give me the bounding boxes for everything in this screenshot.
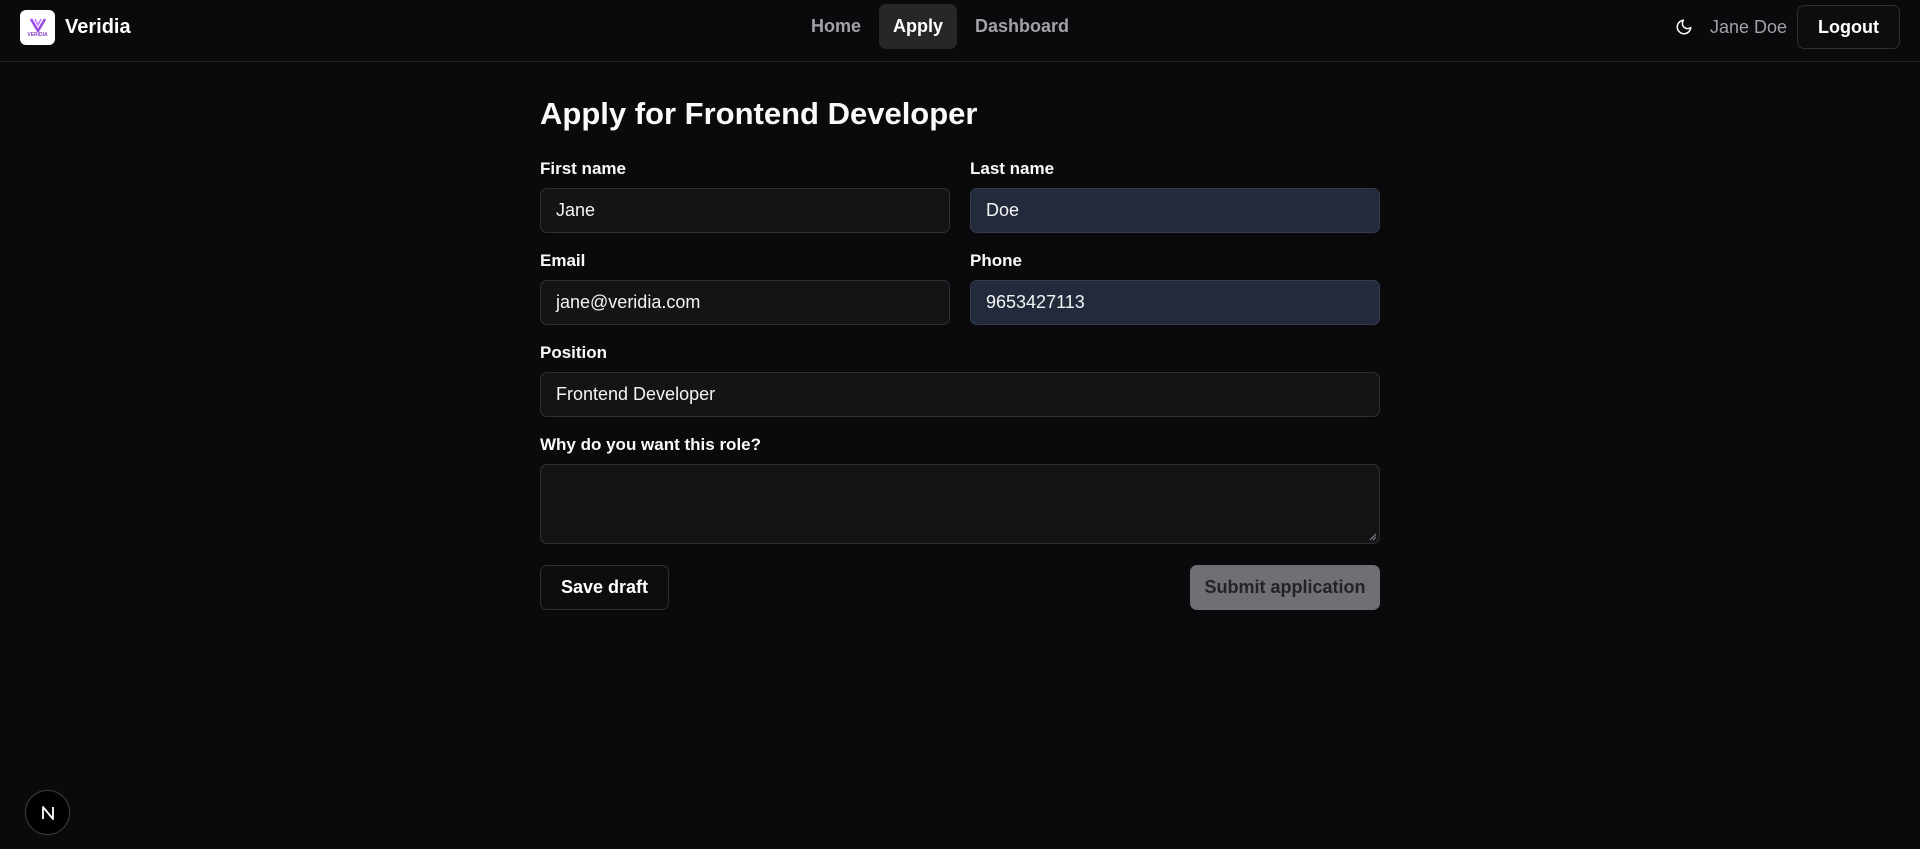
header-actions: Jane Doe Logout (1666, 5, 1900, 49)
nav-dashboard[interactable]: Dashboard (961, 4, 1083, 49)
email-label: Email (540, 251, 586, 270)
position-label: Position (540, 343, 608, 362)
nav-home[interactable]: Home (797, 4, 875, 49)
top-navbar: VERIDIA Veridia Home Apply Dashboard Jan… (0, 0, 1920, 62)
nextjs-dev-indicator[interactable] (25, 790, 70, 835)
motivation-textarea[interactable] (540, 464, 1380, 544)
main-nav: Home Apply Dashboard (0, 4, 1920, 49)
email-field: Email jane@veridia.com (540, 250, 950, 325)
application-form: Apply for Frontend Developer First name … (540, 90, 1380, 610)
name-row: First name Jane Last name Doe (540, 158, 1380, 233)
email-input[interactable]: jane@veridia.com (540, 280, 950, 325)
nav-apply[interactable]: Apply (878, 4, 957, 49)
logo-wordmark: VERIDIA (27, 31, 48, 38)
last-name-label: Last name (970, 159, 1055, 178)
v-mark-icon (29, 17, 46, 32)
brand[interactable]: VERIDIA Veridia (20, 10, 131, 45)
nextjs-logo-icon (41, 805, 54, 820)
phone-input[interactable]: 9653427113 (970, 280, 1380, 325)
submit-application-button[interactable]: Submit application (1190, 565, 1380, 610)
phone-label: Phone (970, 251, 1022, 270)
motivation-field: Why do you want this role? (540, 434, 1380, 544)
save-draft-button[interactable]: Save draft (540, 565, 670, 610)
theme-toggle-button[interactable] (1666, 9, 1702, 45)
brand-name: Veridia (65, 16, 131, 38)
position-field: Position Frontend Developer (540, 342, 1380, 417)
position-input[interactable]: Frontend Developer (540, 372, 1380, 417)
last-name-input[interactable]: Doe (970, 188, 1380, 233)
veridia-logo-icon: VERIDIA (20, 10, 55, 45)
first-name-field: First name Jane (540, 158, 950, 233)
moon-icon (1676, 19, 1692, 35)
first-name-label: First name (540, 159, 626, 178)
phone-field: Phone 9653427113 (970, 250, 1380, 325)
motivation-label: Why do you want this role? (540, 435, 761, 454)
contact-row: Email jane@veridia.com Phone 9653427113 (540, 250, 1380, 325)
current-user-name: Jane Doe (1709, 16, 1788, 37)
first-name-input[interactable]: Jane (540, 188, 950, 233)
page-title: Apply for Frontend Developer (540, 96, 978, 131)
last-name-field: Last name Doe (970, 158, 1380, 233)
logout-button[interactable]: Logout (1797, 5, 1900, 49)
form-actions: Save draft Submit application (540, 565, 1380, 610)
resize-handle-icon[interactable] (1368, 532, 1377, 541)
